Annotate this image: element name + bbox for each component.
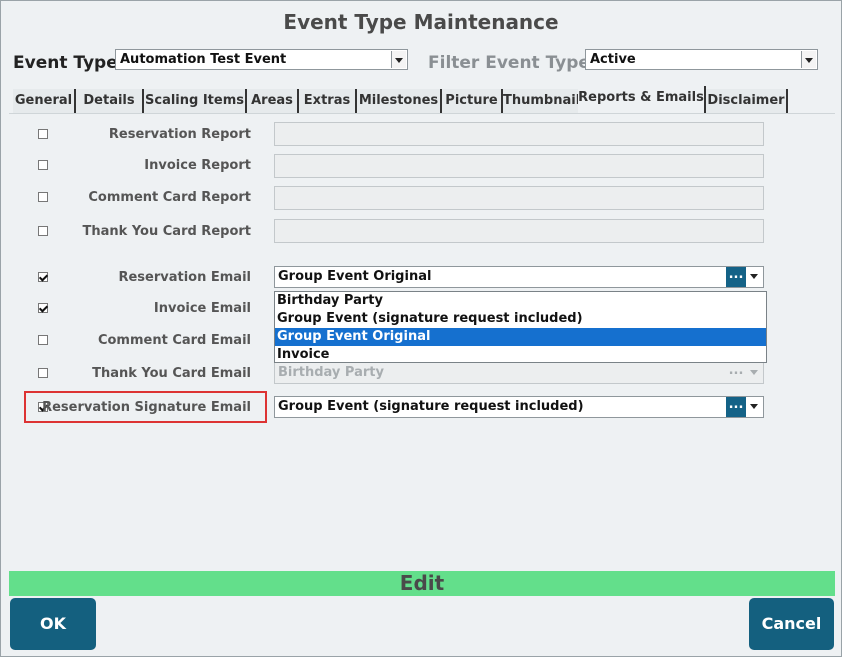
tab-disclaimer[interactable]: Disclaimer — [706, 89, 788, 113]
thank-you-card-email-checkbox[interactable] — [38, 368, 48, 378]
tab-bar: General Details Scaling Items Areas Extr… — [13, 86, 835, 113]
comment-card-report-checkbox[interactable] — [38, 192, 48, 202]
tab-reports-emails[interactable]: Reports & Emails — [578, 86, 706, 113]
reservation-signature-email-label: Reservation Signature Email — [42, 400, 251, 415]
tab-areas[interactable]: Areas — [247, 89, 299, 113]
tab-scaling-items[interactable]: Scaling Items — [144, 89, 247, 113]
edit-mode-bar: Edit — [9, 571, 835, 596]
filter-value: Active — [590, 52, 636, 67]
chevron-down-icon[interactable] — [391, 51, 406, 68]
dropdown-option-selected[interactable]: Group Event Original — [275, 328, 766, 346]
event-type-select[interactable]: Automation Test Event — [115, 49, 408, 70]
tab-details[interactable]: Details — [76, 89, 144, 113]
filter-event-types-select[interactable]: Active — [585, 49, 818, 70]
reservation-email-select[interactable]: Group Event Original ... — [274, 266, 764, 288]
dropdown-option[interactable]: Group Event (signature request included) — [275, 310, 766, 328]
event-type-label: Event Type — [13, 53, 118, 73]
reservation-email-label: Reservation Email — [118, 270, 251, 285]
reservation-email-value: Group Event Original — [278, 269, 432, 284]
more-icon[interactable]: ... — [726, 267, 746, 287]
reservation-signature-email-value: Group Event (signature request included) — [278, 399, 584, 414]
invoice-report-checkbox[interactable] — [38, 160, 48, 170]
window-title: Event Type Maintenance — [283, 10, 559, 34]
tab-picture[interactable]: Picture — [442, 89, 503, 113]
more-icon[interactable]: ... — [726, 363, 746, 383]
thank-you-card-email-select[interactable]: Birthday Party ... — [274, 362, 764, 384]
reservation-report-label: Reservation Report — [108, 127, 251, 142]
comment-card-report-field[interactable] — [274, 186, 764, 210]
chevron-down-icon[interactable] — [801, 51, 816, 68]
reservation-signature-email-select[interactable]: Group Event (signature request included)… — [274, 396, 764, 418]
tab-general[interactable]: General — [13, 89, 76, 113]
dropdown-option[interactable]: Birthday Party — [275, 292, 766, 310]
dropdown-option[interactable]: Invoice — [275, 346, 766, 364]
comment-card-report-label: Comment Card Report — [88, 190, 251, 205]
reservation-report-checkbox[interactable] — [38, 129, 48, 139]
comment-card-email-checkbox[interactable] — [38, 335, 48, 345]
tab-milestones[interactable]: Milestones — [357, 89, 442, 113]
email-template-dropdown: Birthday Party Group Event (signature re… — [274, 291, 767, 363]
tab-thumbnail[interactable]: Thumbnail — [503, 89, 580, 113]
cancel-button[interactable]: Cancel — [749, 598, 834, 650]
invoice-email-checkbox[interactable] — [38, 303, 48, 313]
reservation-email-checkbox[interactable] — [38, 272, 48, 282]
thank-you-card-report-field[interactable] — [274, 219, 764, 243]
tab-extras[interactable]: Extras — [299, 89, 357, 113]
invoice-report-field[interactable] — [274, 154, 764, 178]
thank-you-card-email-value: Birthday Party — [278, 365, 384, 380]
chevron-down-icon[interactable] — [747, 363, 763, 383]
thank-you-card-report-checkbox[interactable] — [38, 226, 48, 236]
invoice-report-label: Invoice Report — [144, 158, 251, 173]
thank-you-card-report-label: Thank You Card Report — [82, 224, 252, 239]
comment-card-email-label: Comment Card Email — [97, 333, 251, 348]
ok-button[interactable]: OK — [10, 598, 96, 650]
thank-you-card-email-label: Thank You Card Email — [92, 366, 251, 381]
filter-event-types-label: Filter Event Types — [428, 53, 601, 73]
chevron-down-icon[interactable] — [747, 397, 763, 417]
more-icon[interactable]: ... — [726, 397, 746, 417]
invoice-email-label: Invoice Email — [153, 301, 251, 316]
dialog-window: Event Type Maintenance Event Type Automa… — [0, 0, 842, 657]
chevron-down-icon[interactable] — [747, 267, 763, 287]
event-type-value: Automation Test Event — [120, 52, 287, 67]
reservation-report-field[interactable] — [274, 122, 764, 146]
